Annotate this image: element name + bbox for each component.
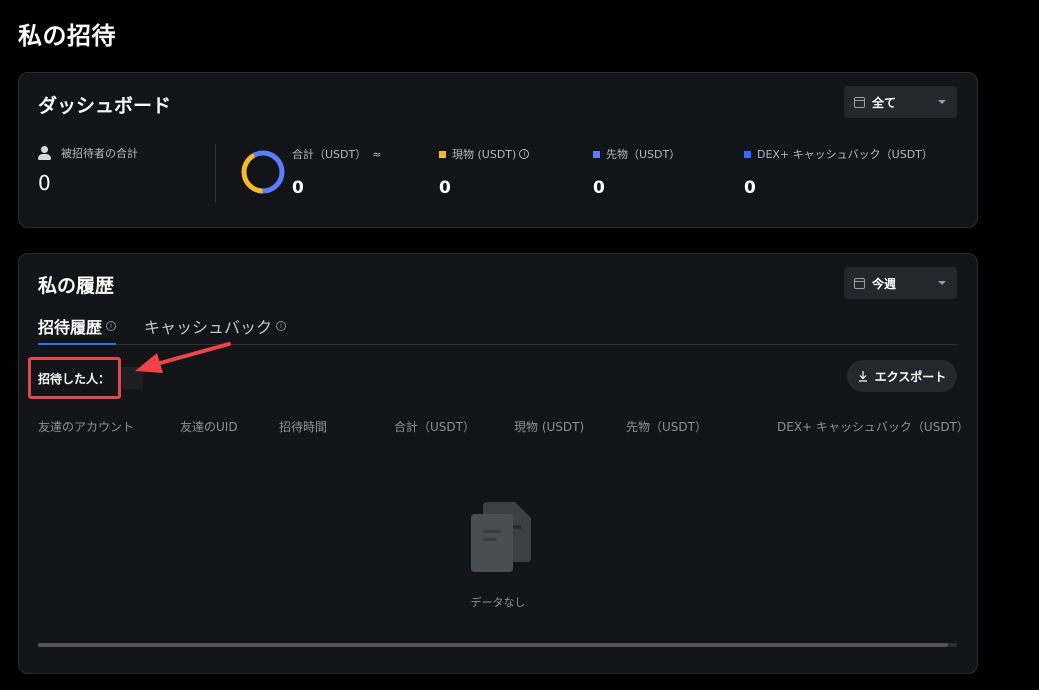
download-icon: [858, 370, 867, 382]
futures-label-row: 先物（USDT）: [593, 146, 680, 162]
empty-documents-icon: [471, 502, 531, 572]
annotation-arrow: [135, 342, 231, 373]
calendar-icon: [854, 277, 865, 289]
chevron-down-icon: [938, 281, 946, 285]
calendar-icon: [854, 96, 865, 108]
futures-value: 0: [593, 178, 605, 198]
tab-cashback-label: キャッシュバック: [144, 318, 273, 337]
info-icon[interactable]: i: [106, 321, 117, 331]
page-title: 私の招待: [18, 22, 116, 50]
dashboard-period-value: 全て: [872, 95, 897, 110]
spot-value: 0: [439, 178, 451, 198]
tab-invite-history-label: 招待履歴: [38, 318, 103, 337]
total-donut-chart: [241, 150, 285, 194]
stats-divider: [215, 144, 216, 202]
invitees-value: 0: [38, 171, 51, 195]
export-label: エクスポート: [874, 369, 947, 384]
column-header: DEX+ キャッシュバック（USDT）: [777, 420, 969, 434]
tab-invite-history[interactable]: 招待履歴 i: [38, 314, 117, 345]
user-icon: [38, 146, 51, 160]
futures-label: 先物（USDT）: [606, 148, 681, 161]
column-header: 現物 (USDT): [514, 420, 585, 434]
spot-legend-square: [439, 150, 446, 158]
total-label: 合計（USDT）: [292, 148, 367, 161]
dex-label-row: DEX+ キャッシュバック（USDT）: [744, 146, 933, 162]
dex-value: 0: [744, 178, 756, 198]
column-header: 先物（USDT）: [626, 420, 707, 434]
empty-state-text: データなし: [470, 596, 526, 609]
total-label-row: 合計（USDT） ≈: [292, 146, 381, 162]
dashboard-title: ダッシュボード: [38, 95, 172, 117]
history-period-value: 今週: [872, 276, 897, 291]
chevron-down-icon: [938, 100, 946, 104]
dashboard-period-select[interactable]: 全て: [844, 86, 957, 118]
tab-cashback[interactable]: キャッシュバック i: [144, 314, 287, 338]
history-period-select[interactable]: 今週: [844, 267, 957, 299]
column-header: 合計（USDT）: [394, 420, 475, 434]
approx-sign: ≈: [372, 147, 382, 161]
dashboard-card: ダッシュボード 全て 被招待者の合計 0 合計（USDT） ≈ 0 現物 (US…: [18, 72, 978, 228]
column-header: 招待時間: [279, 420, 328, 434]
spot-label: 現物 (USDT): [452, 148, 517, 161]
info-icon[interactable]: i: [276, 321, 287, 331]
invitees-label-row: 被招待者の合計: [38, 145, 138, 161]
export-button[interactable]: エクスポート: [847, 360, 957, 392]
history-title: 私の履歴: [38, 275, 115, 297]
scrollbar-thumb[interactable]: [38, 643, 948, 647]
info-icon[interactable]: i: [519, 149, 530, 159]
column-header: 友達のUID: [180, 420, 238, 434]
spot-label-row: 現物 (USDT) i: [439, 146, 530, 162]
highlight-box: [28, 357, 121, 399]
history-card: 私の履歴 今週 招待履歴 i キャッシュバック i 招待した人： エクスポート …: [18, 253, 978, 674]
invitees-label: 被招待者の合計: [61, 147, 138, 160]
horizontal-scrollbar[interactable]: [38, 643, 957, 647]
column-header: 友達のアカウント: [38, 420, 135, 434]
dex-label: DEX+ キャッシュバック（USDT）: [757, 148, 933, 161]
dex-legend-square: [744, 150, 751, 158]
total-value: 0: [292, 178, 304, 198]
futures-legend-square: [593, 150, 600, 158]
